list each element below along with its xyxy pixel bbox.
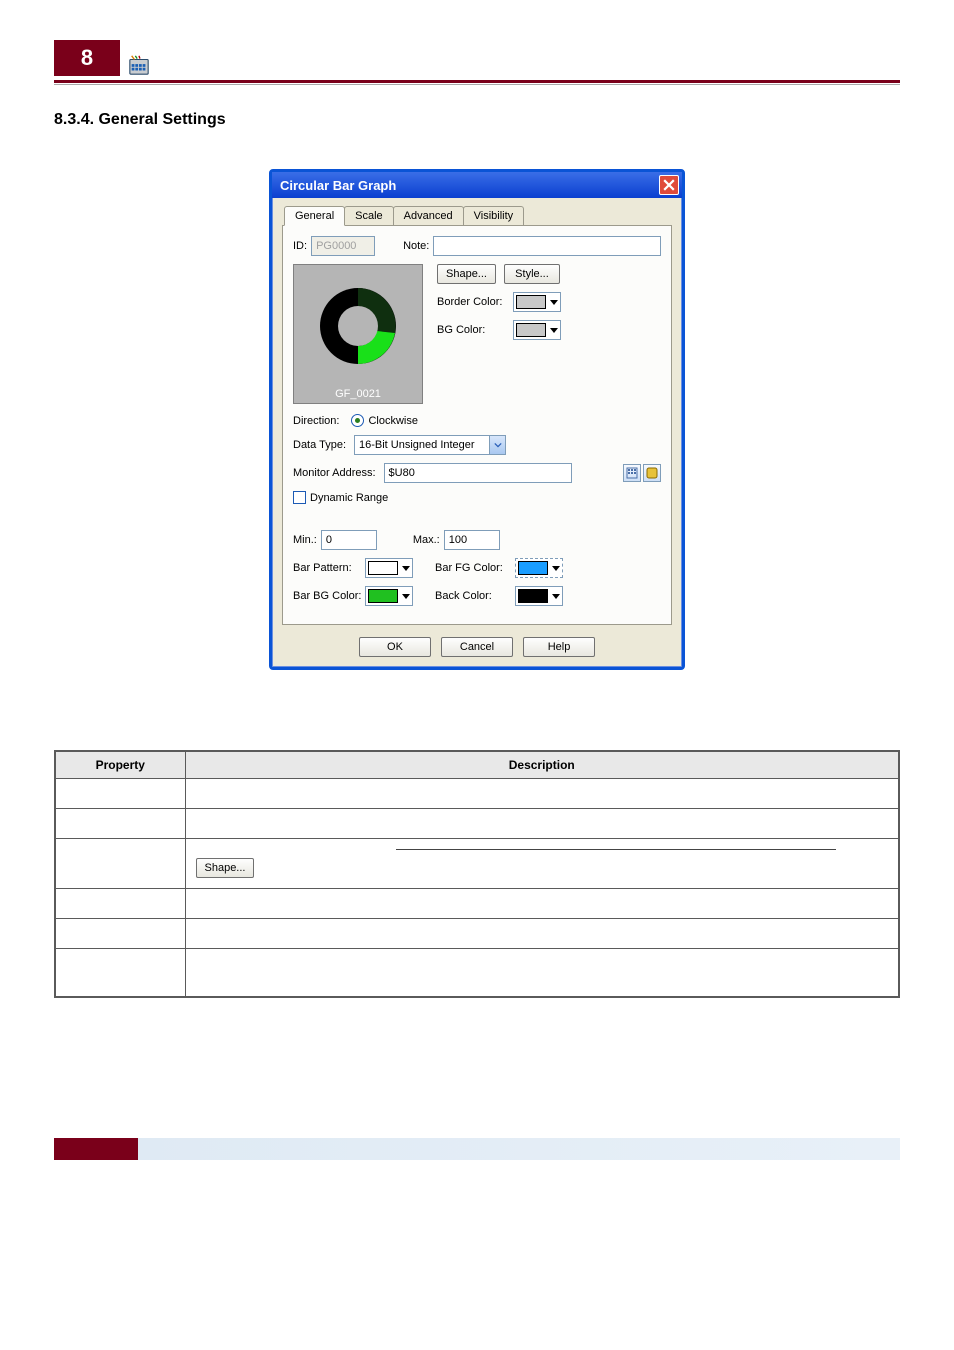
data-type-value: 16-Bit Unsigned Integer	[355, 437, 489, 453]
min-field[interactable]: 0	[321, 530, 377, 550]
close-icon	[663, 179, 675, 191]
direction-clockwise-radio[interactable]	[351, 414, 364, 427]
data-type-select[interactable]: 16-Bit Unsigned Integer	[354, 435, 506, 455]
col-property: Property	[55, 751, 185, 779]
document-icon	[128, 54, 150, 76]
border-color-picker[interactable]	[513, 292, 561, 312]
table-row	[55, 889, 899, 919]
bg-color-picker[interactable]	[513, 320, 561, 340]
page-footer	[54, 1138, 900, 1160]
tab-scale[interactable]: Scale	[344, 206, 394, 225]
tab-visibility[interactable]: Visibility	[463, 206, 525, 225]
preview-label: GF_0021	[335, 387, 381, 401]
table-row	[55, 919, 899, 949]
tab-advanced[interactable]: Advanced	[393, 206, 464, 225]
keypad-icon	[626, 467, 638, 479]
circular-graph-icon	[315, 283, 401, 369]
monitor-address-label: Monitor Address:	[293, 467, 376, 479]
header-rule-shadow	[54, 84, 900, 85]
divider	[396, 849, 836, 850]
table-row: Shape...	[55, 839, 899, 889]
dialog-title: Circular Bar Graph	[280, 178, 396, 193]
monitor-address-field[interactable]: $U80	[384, 463, 572, 483]
dynamic-range-checkbox[interactable]	[293, 491, 306, 504]
direction-label: Direction:	[293, 415, 339, 427]
table-row	[55, 779, 899, 809]
bar-pattern-label: Bar Pattern:	[293, 562, 361, 574]
tab-general[interactable]: General	[284, 206, 345, 226]
ok-button[interactable]: OK	[359, 637, 431, 657]
tag-icon	[646, 467, 658, 479]
property-description-table: Property Description Shape...	[54, 750, 900, 998]
note-label: Note:	[403, 240, 429, 252]
bar-fg-color-picker[interactable]	[515, 558, 563, 578]
style-button[interactable]: Style...	[504, 264, 560, 284]
table-row	[55, 809, 899, 839]
note-field[interactable]	[433, 236, 661, 256]
keypad-button[interactable]	[623, 464, 641, 482]
help-button[interactable]: Help	[523, 637, 595, 657]
bar-fg-label: Bar FG Color:	[435, 562, 511, 574]
table-row	[55, 949, 899, 997]
chapter-number: 8	[54, 40, 120, 76]
bar-pattern-picker[interactable]	[365, 558, 413, 578]
max-field[interactable]: 100	[444, 530, 500, 550]
close-button[interactable]	[659, 175, 679, 195]
dialog-circular-bar-graph: Circular Bar Graph General Scale Advance…	[269, 169, 685, 670]
dynamic-range-label: Dynamic Range	[310, 492, 388, 504]
max-label: Max.:	[413, 534, 440, 546]
min-label: Min.:	[293, 534, 317, 546]
bg-color-label: BG Color:	[437, 324, 509, 336]
id-label: ID:	[293, 240, 307, 252]
shape-button[interactable]: Shape...	[437, 264, 496, 284]
shape-preview: GF_0021	[293, 264, 423, 404]
col-description: Description	[185, 751, 899, 779]
data-type-label: Data Type:	[293, 439, 346, 451]
direction-clockwise-label: Clockwise	[368, 415, 418, 427]
section-heading: 8.3.4. General Settings	[54, 111, 900, 129]
back-color-label: Back Color:	[435, 590, 511, 602]
cancel-button[interactable]: Cancel	[441, 637, 513, 657]
tag-browse-button[interactable]	[643, 464, 661, 482]
id-field: PG0000	[311, 236, 375, 256]
bar-bg-color-picker[interactable]	[365, 586, 413, 606]
header-rule	[54, 80, 900, 83]
border-color-label: Border Color:	[437, 296, 509, 308]
shape-button-inline: Shape...	[196, 858, 255, 878]
chevron-down-icon	[489, 436, 505, 454]
bar-bg-label: Bar BG Color:	[293, 590, 361, 602]
back-color-picker[interactable]	[515, 586, 563, 606]
